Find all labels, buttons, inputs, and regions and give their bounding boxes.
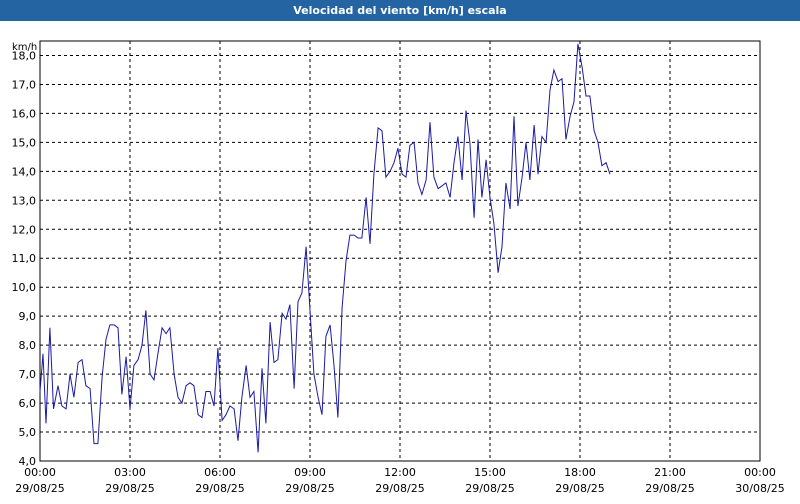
y-tick-label: 12,0 — [12, 223, 37, 236]
wind-speed-chart: 4,05,06,07,08,09,010,011,012,013,014,015… — [12, 40, 785, 495]
x-tick-date-label: 29/08/25 — [195, 482, 244, 495]
x-tick-date-label: 29/08/25 — [465, 482, 514, 495]
series-line — [39, 43, 611, 453]
x-tick-time-label: 18:00 — [564, 466, 596, 479]
x-tick-date-label: 29/08/25 — [645, 482, 694, 495]
x-tick-time-label: 09:00 — [294, 466, 326, 479]
x-tick-time-label: 00:00 — [24, 466, 56, 479]
grid — [40, 41, 760, 462]
y-tick-label: 11,0 — [12, 252, 37, 265]
x-tick-time-label: 06:00 — [204, 466, 236, 479]
y-tick-label: 13,0 — [12, 194, 37, 207]
y-tick-label: 9,0 — [19, 310, 37, 323]
y-axis: 4,05,06,07,08,09,010,011,012,013,014,015… — [12, 49, 37, 468]
y-tick-label: 5,0 — [19, 426, 37, 439]
x-tick-date-label: 29/08/25 — [555, 482, 604, 495]
x-tick-date-label: 29/08/25 — [285, 482, 334, 495]
y-tick-label: 10,0 — [12, 281, 37, 294]
x-tick-date-label: 29/08/25 — [105, 482, 154, 495]
x-axis: 00:00 29/08/25 03:00 29/08/25 06:00 29/08/25 0… — [15, 466, 784, 495]
y-axis-unit-label: km/h — [12, 42, 37, 53]
chart-area: 4,0 5,0 6,0 7,0 8,0 9,0 10,0 11,0 12,0 13,0 14,0 15… — [0, 21, 800, 500]
x-tick-date-label: 29/08/25 — [15, 482, 64, 495]
y-tick-label: 7,0 — [19, 368, 37, 381]
y-tick-label: 14,0 — [12, 165, 37, 178]
x-tick-time-label: 15:00 — [474, 466, 506, 479]
chart-title: Velocidad del viento [km/h] escala — [0, 0, 800, 21]
x-tick-time-label: 12:00 — [384, 466, 416, 479]
x-tick-time-label: 03:00 — [114, 466, 146, 479]
y-tick-label: 15,0 — [12, 136, 37, 149]
y-tick-label: 6,0 — [19, 397, 37, 410]
y-tick-label: 16,0 — [12, 107, 37, 120]
x-tick-time-label: 00:00 — [744, 466, 776, 479]
y-tick-label: 8,0 — [19, 339, 37, 352]
x-tick-date-label: 29/08/25 — [375, 482, 424, 495]
x-tick-date-label: 30/08/25 — [735, 482, 784, 495]
y-tick-label: 17,0 — [12, 78, 37, 91]
x-tick-time-label: 21:00 — [654, 466, 686, 479]
